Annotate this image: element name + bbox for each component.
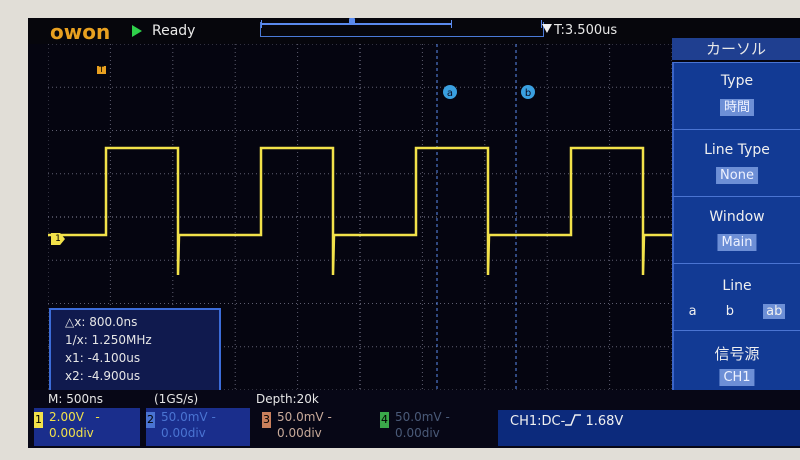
sample-rate-readout: (1GS/s) <box>154 392 199 406</box>
ch3-volts-value: 50.0mV <box>277 410 324 424</box>
menu-item-label: Line Type <box>704 142 770 158</box>
ch2-volts-value: 50.0mV <box>161 410 208 424</box>
timebase-readout[interactable]: M: 500ns <box>48 392 103 406</box>
ch2-volts: 50.0mV - <box>161 410 216 424</box>
cursor-b-label: b <box>525 88 531 99</box>
menu-item-type[interactable]: Type 時間 <box>672 62 800 129</box>
bottom-status-bar: M: 500ns (1GS/s) Depth:20k 1 2.00V - 0.0… <box>28 390 800 448</box>
ch3-offset: 0.00div <box>277 426 322 440</box>
menu-item-value: Main <box>717 234 757 251</box>
play-triangle-icon <box>132 25 142 37</box>
menu-item-label: Window <box>709 209 765 225</box>
ch1-volts: 2.00V - <box>49 410 100 424</box>
ch4-offset: 0.00div <box>395 426 440 440</box>
cursor-frequency: 1/x: 1.250MHz <box>65 333 152 347</box>
memory-window-bar <box>262 23 452 33</box>
ch4-coupling: - <box>445 410 450 424</box>
trigger-source: CH1:DC- <box>510 414 566 429</box>
ch2-status[interactable]: 2 50.0mV - 0.00div <box>146 408 250 446</box>
ch2-number-badge: 2 <box>146 412 155 428</box>
trigger-readout: CH1:DC- 1.68V <box>510 414 623 429</box>
acquisition-status: Ready <box>152 23 196 39</box>
brand-logo: owon <box>50 20 111 44</box>
cursor-x1: x1: -4.100us <box>65 351 141 365</box>
menu-title: カーソル <box>672 38 800 60</box>
menu-item-label: 信号源 <box>714 345 760 363</box>
trigger-status[interactable]: CH1:DC- 1.68V <box>498 410 800 446</box>
ch3-volts: 50.0mV - <box>277 410 332 424</box>
ch1-number-badge: 1 <box>34 412 43 428</box>
menu-item-line[interactable]: Line a b ab <box>672 263 800 330</box>
cursor-delta-x: △x: 800.0ns <box>65 315 138 329</box>
menu-item-value: CH1 <box>719 369 755 386</box>
ch2-coupling: - <box>211 410 216 424</box>
cursor-a-label: a <box>447 88 453 99</box>
menu-item-line-type[interactable]: Line Type None <box>672 129 800 196</box>
ch4-volts: 50.0mV - <box>395 410 450 424</box>
memory-depth-readout: Depth:20k <box>256 392 319 406</box>
ch1-volts-value: 2.00V <box>49 410 84 424</box>
menu-item-window[interactable]: Window Main <box>672 196 800 263</box>
trigger-level: 1.68V <box>585 414 624 429</box>
ch4-number-badge: 4 <box>380 412 389 428</box>
ch4-volts-value: 50.0mV <box>395 410 442 424</box>
menu-item-source[interactable]: 信号源 CH1 <box>672 330 800 397</box>
line-option-ab[interactable]: ab <box>763 304 786 319</box>
trigger-position-readout: T:3.500us <box>554 23 618 38</box>
rising-edge-icon <box>565 414 582 426</box>
menu-item-value: 時間 <box>719 99 755 116</box>
memory-tick <box>451 20 452 28</box>
ch4-status[interactable]: 4 50.0mV - 0.00div <box>380 408 484 446</box>
ch1-offset: 0.00div <box>49 426 94 440</box>
ch3-status[interactable]: 3 50.0mV - 0.00div <box>262 408 366 446</box>
oscilloscope-bezel: owon Ready T:3.500us a b T 1 △x: 800.0ns… <box>0 0 800 460</box>
line-options: a b ab <box>674 304 800 319</box>
menu-item-label: Line <box>722 278 752 294</box>
line-option-a[interactable]: a <box>689 304 697 319</box>
cursor-menu-panel: カーソル Type 時間 Line Type None Window Main … <box>672 36 800 408</box>
ch1-status[interactable]: 1 2.00V - 0.00div <box>34 408 140 446</box>
ch3-number-badge: 3 <box>262 412 271 428</box>
ch2-offset: 0.00div <box>161 426 206 440</box>
line-option-b[interactable]: b <box>726 304 734 319</box>
ch1-coupling: - <box>95 410 100 424</box>
trigger-point-marker: T <box>97 66 106 74</box>
cursor-readout-panel: △x: 800.0ns 1/x: 1.250MHz x1: -4.100us x… <box>49 308 221 392</box>
trigger-position-icon <box>542 24 552 33</box>
ch3-coupling: - <box>327 410 332 424</box>
oscilloscope-screen: owon Ready T:3.500us a b T 1 △x: 800.0ns… <box>28 18 800 448</box>
memory-tick <box>261 20 262 28</box>
menu-item-value: None <box>716 167 758 184</box>
memory-trigger-marker <box>349 18 355 24</box>
memory-position-indicator <box>260 18 544 37</box>
menu-item-label: Type <box>720 73 754 89</box>
cursor-x2: x2: -4.900us <box>65 369 141 383</box>
